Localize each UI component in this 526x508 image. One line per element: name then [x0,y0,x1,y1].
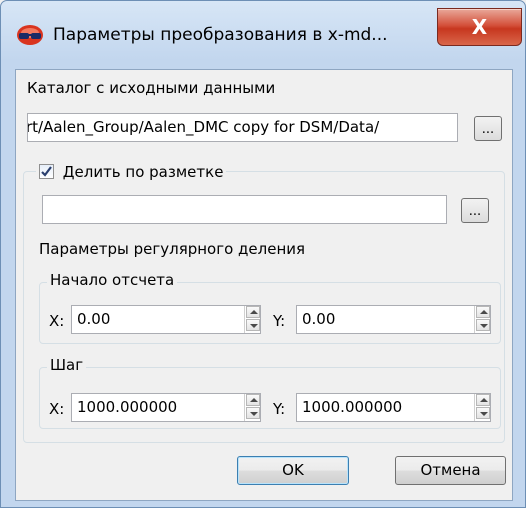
browse-source-button[interactable]: ... [474,116,502,141]
origin-y-spinner[interactable] [474,306,491,333]
close-button[interactable]: X [437,8,522,46]
regular-division-label: Параметры регулярного деления [39,240,306,258]
spin-down-icon[interactable] [476,319,490,331]
origin-y-input[interactable]: 0.00 [296,305,491,334]
source-directory-label: Каталог с исходными данными [27,79,276,97]
close-icon: X [471,15,488,39]
origin-y-value: 0.00 [302,310,336,328]
spin-up-icon[interactable] [476,306,490,318]
check-icon [41,166,52,177]
origin-x-value: 0.00 [77,310,111,328]
dialog-window: Параметры преобразования в x-md... X Кат… [0,0,526,508]
cancel-button[interactable]: Отмена [395,456,506,485]
origin-x-spinner[interactable] [244,306,261,333]
origin-y-label: Y: [273,312,286,330]
step-x-value: 1000.000000 [77,398,178,416]
spin-up-icon[interactable] [246,394,260,406]
spin-down-icon[interactable] [246,407,260,419]
spin-down-icon[interactable] [476,407,490,419]
spin-up-icon[interactable] [476,394,490,406]
origin-group-title: Начало отсчета [47,271,178,289]
markup-path-field[interactable] [42,195,447,224]
step-y-spinner[interactable] [474,394,491,421]
spin-up-icon[interactable] [246,306,260,318]
origin-x-input[interactable]: 0.00 [71,305,261,334]
source-path-field[interactable]: rt/Aalen_Group/Aalen_DMC copy for DSM/Da… [27,113,458,142]
browse-markup-button[interactable]: ... [461,198,489,223]
dialog-body: Каталог с исходными данными rt/Aalen_Gro… [15,69,513,501]
markup-checkbox[interactable] [39,164,54,179]
step-y-input[interactable]: 1000.000000 [296,393,491,422]
step-y-label: Y: [273,400,286,418]
step-x-spinner[interactable] [244,394,261,421]
origin-x-label: X: [49,312,65,330]
window-title: Параметры преобразования в x-md... [53,25,388,45]
step-y-value: 1000.000000 [302,398,403,416]
step-x-input[interactable]: 1000.000000 [71,393,261,422]
spin-down-icon[interactable] [246,319,260,331]
markup-checkbox-row[interactable]: Делить по разметке [36,161,227,183]
source-path-value: rt/Aalen_Group/Aalen_DMC copy for DSM/Da… [27,118,380,136]
title-bar[interactable]: Параметры преобразования в x-md... X [1,1,525,69]
step-group-title: Шаг [47,356,87,374]
step-x-label: X: [49,400,65,418]
app-logo-icon [17,25,43,45]
markup-checkbox-label: Делить по разметке [62,163,224,181]
ok-button[interactable]: OK [237,456,349,485]
